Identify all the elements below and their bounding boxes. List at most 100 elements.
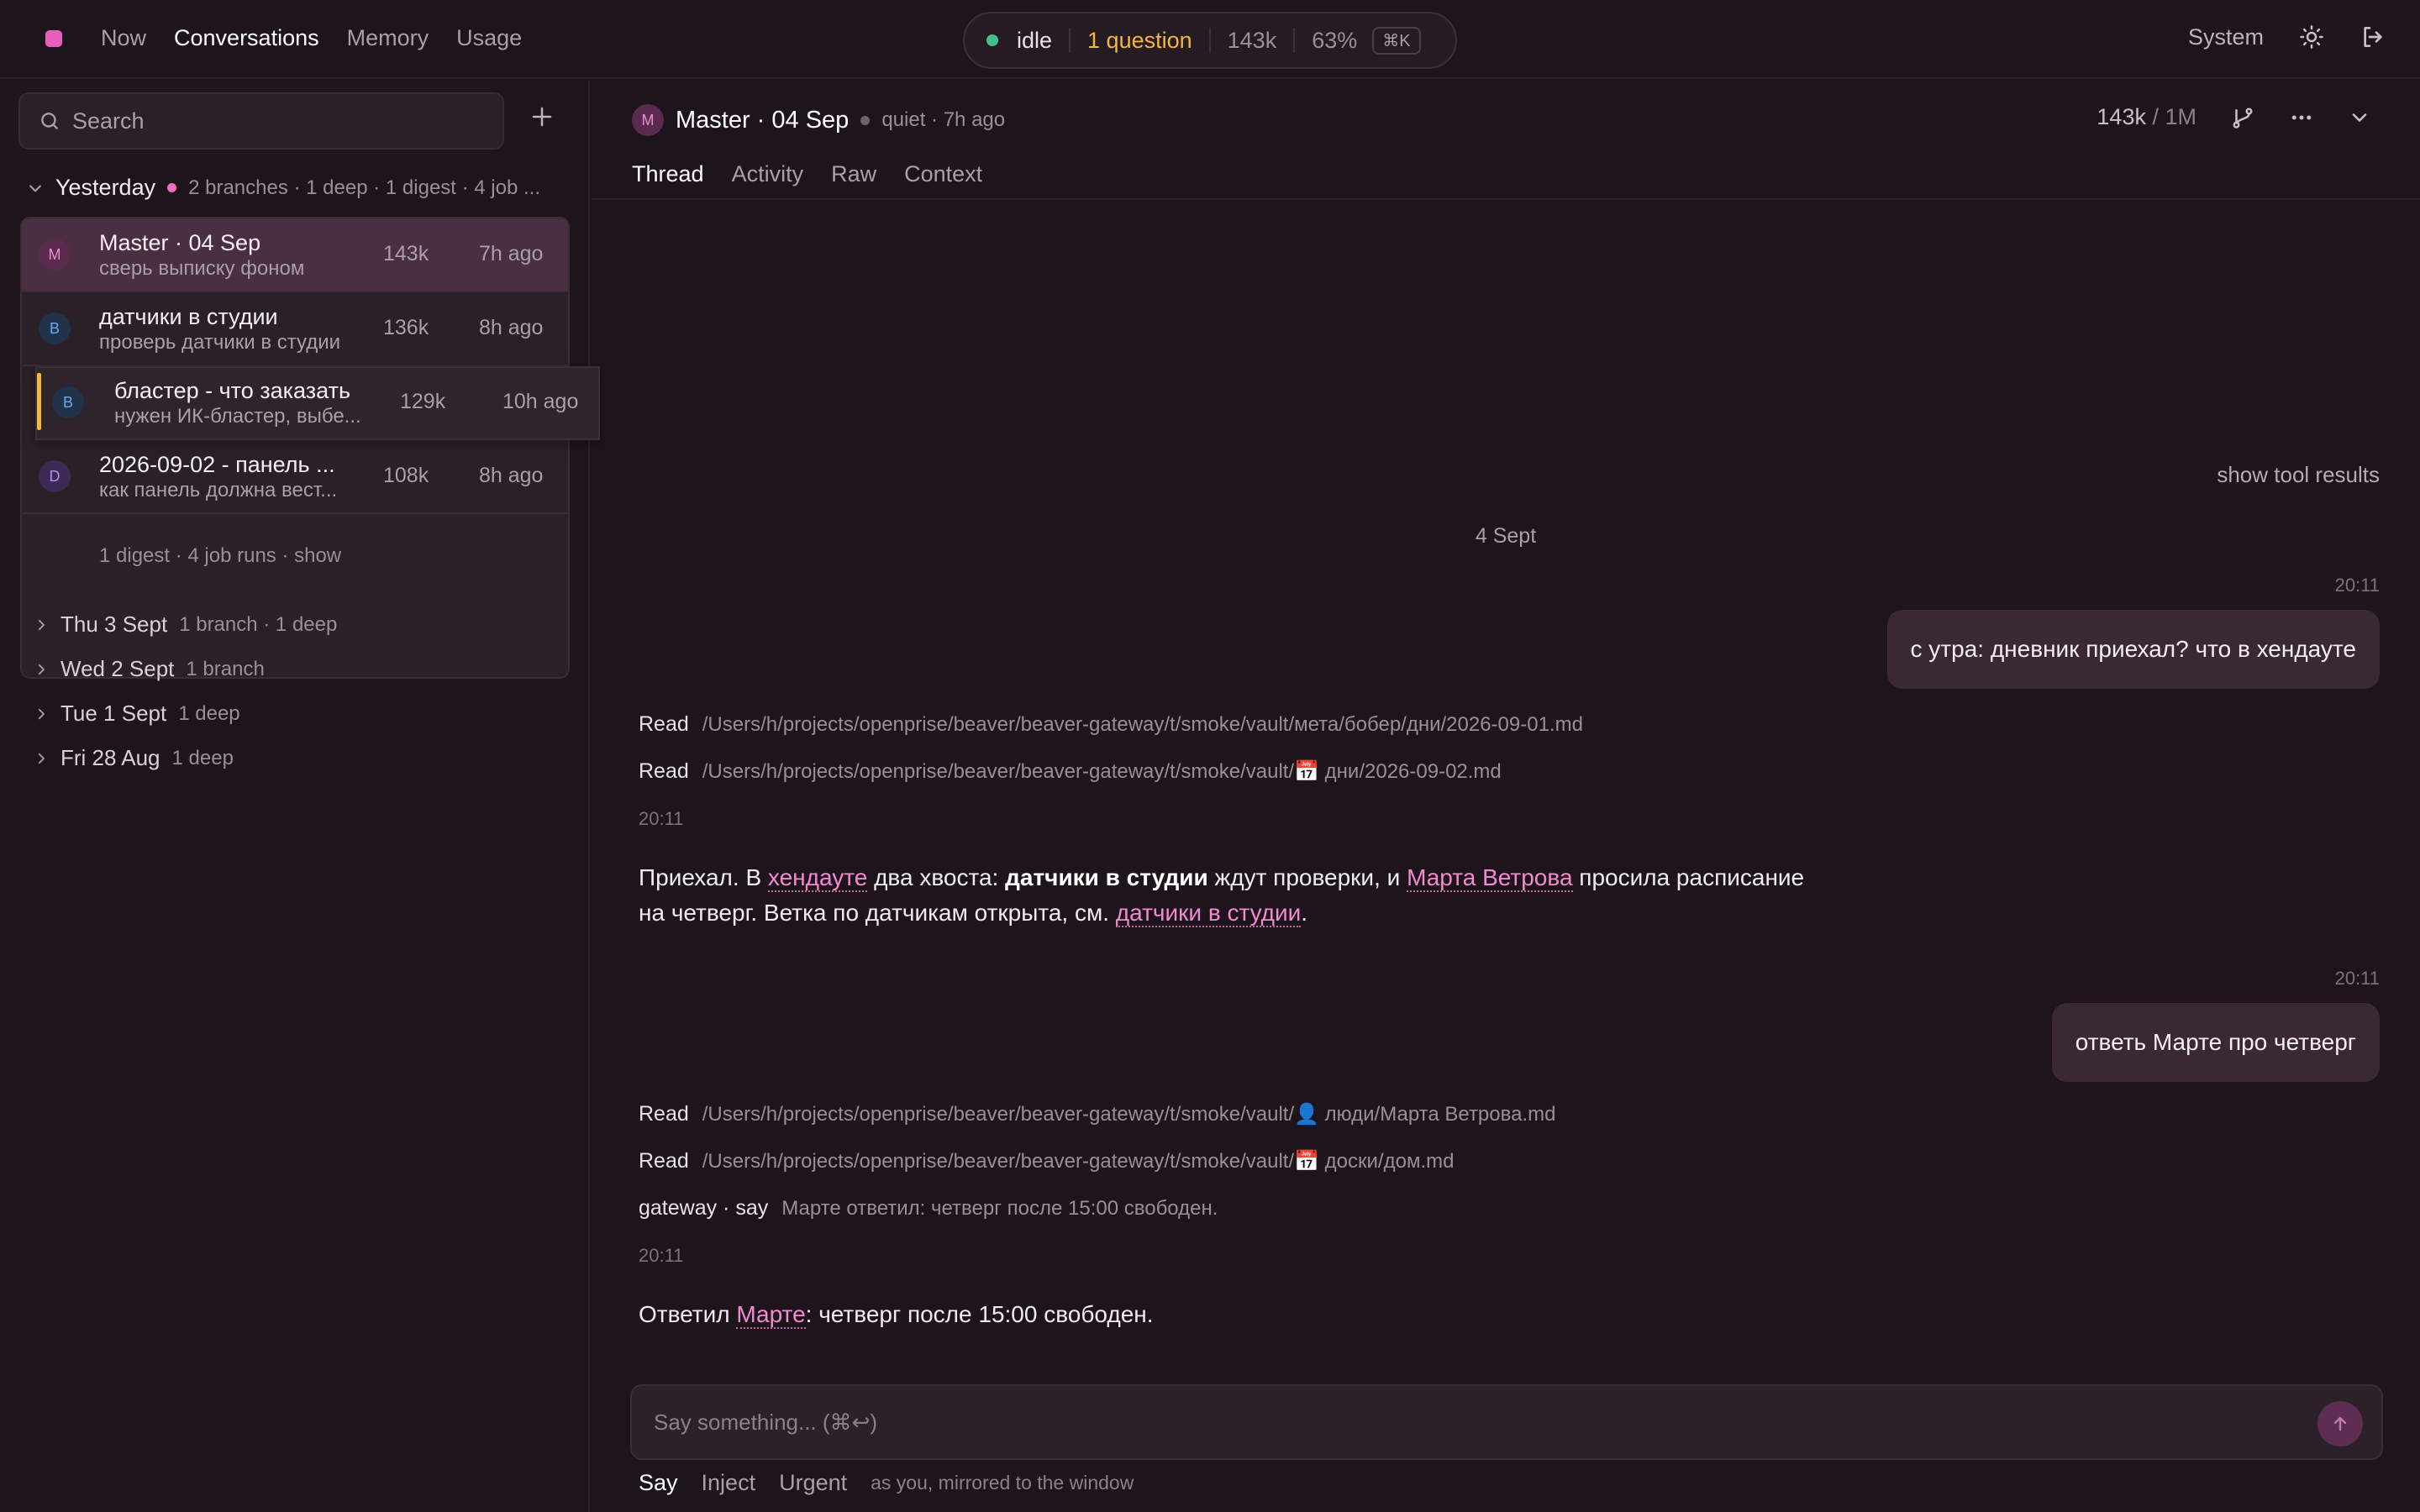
search-input[interactable]: Search <box>18 92 504 150</box>
day-group-wed[interactable]: Wed 2 Sept 1 branch <box>34 656 265 682</box>
send-mode-selector: Say Inject Urgent as you, mirrored to th… <box>639 1470 1134 1496</box>
top-bar: Now Conversations Memory Usage idle 1 qu… <box>0 0 2420 79</box>
avatar: M <box>632 104 664 136</box>
attention-marker <box>37 373 41 430</box>
conversation-group: M Master · 04 Sep сверь выписку фоном 14… <box>20 217 600 679</box>
reply-bold: датчики в студии <box>1005 864 1208 890</box>
conversation-row-blaster[interactable]: B бластер - что заказать нужен ИК-бласте… <box>35 366 600 440</box>
day-label: Thu 3 Sept <box>60 612 168 637</box>
conversation-time: 10h ago <box>502 390 579 413</box>
tool-path: /Users/h/projects/openprise/beaver/beave… <box>702 1103 1556 1126</box>
tool-verb: Read <box>639 1102 689 1126</box>
conversation-subtitle: сверь выписку фоном <box>99 257 305 280</box>
tool-read[interactable]: Read /Users/h/projects/openprise/beaver/… <box>639 712 1583 737</box>
conversation-time: 8h ago <box>479 464 544 487</box>
more-icon[interactable] <box>2289 105 2314 130</box>
tab-context[interactable]: Context <box>904 161 982 187</box>
nav-now[interactable]: Now <box>101 25 146 51</box>
status-questions[interactable]: 1 question <box>1087 28 1192 54</box>
digest-show-link[interactable]: 1 digest · 4 job runs · show <box>99 544 341 568</box>
tool-path: /Users/h/projects/openprise/beaver/beave… <box>702 713 1583 736</box>
day-meta: 1 branch <box>186 657 265 680</box>
context-usage: 143k / 1M <box>2096 104 2196 130</box>
assistant-message: Приехал. В хендауте два хвоста: датчики … <box>639 860 1815 931</box>
tool-say[interactable]: gateway · say Марте ответил: четверг пос… <box>639 1196 1218 1221</box>
app-logo[interactable] <box>45 30 62 47</box>
tool-detail: Марте ответил: четверг после 15:00 свобо… <box>781 1197 1218 1220</box>
conversation-row-master[interactable]: M Master · 04 Sep сверь выписку фоном 14… <box>22 218 568 292</box>
theme-select[interactable]: System <box>2188 24 2264 50</box>
new-conversation-button[interactable] <box>529 104 555 129</box>
divider <box>1208 28 1211 53</box>
search-icon <box>39 110 60 132</box>
reply-text: два хвоста: <box>867 864 1006 890</box>
mode-hint: as you, mirrored to the window <box>871 1472 1134 1494</box>
chevron-right-icon <box>34 617 49 633</box>
conversation-status: quiet · 7h ago <box>881 108 1006 131</box>
conversation-title: 2026-09-02 - панель ... <box>99 452 335 477</box>
conversation-subtitle: нужен ИК-бластер, выбе... <box>114 405 361 428</box>
logout-icon[interactable] <box>2360 24 2386 50</box>
day-meta: 1 deep <box>171 746 234 769</box>
tab-activity[interactable]: Activity <box>732 161 804 187</box>
note-link[interactable]: хендауте <box>767 864 868 892</box>
chevron-right-icon <box>34 751 49 766</box>
conversation-row-sensors[interactable]: B датчики в студии проверь датчики в сту… <box>22 292 568 366</box>
tab-thread[interactable]: Thread <box>632 161 704 187</box>
conversation-subtitle: проверь датчики в студии <box>99 331 341 354</box>
nav-usage[interactable]: Usage <box>456 25 522 51</box>
conversation-header: M Master · 04 Sep quiet · 7h ago <box>632 104 1005 136</box>
sidebar: Search Yesterday 2 branches · 1 deep · 1… <box>0 81 600 1512</box>
status-dot <box>860 115 871 125</box>
message-time: 20:11 <box>639 808 684 829</box>
mode-say[interactable]: Say <box>639 1470 678 1496</box>
day-label: Wed 2 Sept <box>60 656 175 681</box>
conversation-title: бластер - что заказать <box>114 378 351 403</box>
conversation-title: Master · 04 Sep <box>676 106 850 134</box>
header-actions: 143k / 1M <box>2096 104 2371 130</box>
day-group-tue[interactable]: Tue 1 Sept 1 deep <box>34 701 240 727</box>
assistant-message: Ответил Марте: четверг после 15:00 свобо… <box>639 1297 1815 1332</box>
command-shortcut: ⌘K <box>1372 26 1421 55</box>
day-label: Fri 28 Aug <box>60 745 160 770</box>
mode-urgent[interactable]: Urgent <box>779 1470 847 1496</box>
conversation-row-panel[interactable]: D 2026-09-02 - панель ... как панель дол… <box>22 440 568 514</box>
nav-memory[interactable]: Memory <box>347 25 429 51</box>
sun-icon[interactable] <box>2299 24 2324 50</box>
day-group-thu[interactable]: Thu 3 Sept 1 branch · 1 deep <box>34 612 337 638</box>
reply-text: : четверг после 15:00 свободен. <box>805 1301 1154 1327</box>
avatar: M <box>39 239 71 270</box>
chevron-right-icon <box>34 706 49 722</box>
nav-conversations[interactable]: Conversations <box>174 25 319 51</box>
tool-read[interactable]: Read /Users/h/projects/openprise/beaver/… <box>639 1102 1555 1126</box>
day-group-fri[interactable]: Fri 28 Aug 1 deep <box>34 745 234 771</box>
conversation-tokens: 129k <box>400 390 446 413</box>
send-button[interactable] <box>2317 1401 2363 1446</box>
conversation-pane: M Master · 04 Sep quiet · 7h ago 143k / … <box>592 81 2420 1512</box>
message-input[interactable]: Say something... (⌘↩) <box>630 1384 2383 1460</box>
branch-icon[interactable] <box>2230 105 2255 130</box>
status-tokens: 143k <box>1227 27 1277 53</box>
day-label: Tue 1 Sept <box>60 701 167 726</box>
main-nav: Now Conversations Memory Usage <box>101 25 522 51</box>
chevron-down-icon[interactable] <box>2348 106 2371 129</box>
mode-inject[interactable]: Inject <box>702 1470 756 1496</box>
status-percent: 63% <box>1312 27 1358 53</box>
status-pill[interactable]: idle 1 question 143k 63% ⌘K <box>963 12 1457 69</box>
person-link[interactable]: Марта Ветрова <box>1407 864 1573 892</box>
tool-path: /Users/h/projects/openprise/beaver/beave… <box>702 1150 1455 1173</box>
show-tool-results-button[interactable]: show tool results <box>2217 462 2380 488</box>
tab-raw[interactable]: Raw <box>831 161 876 187</box>
tool-read[interactable]: Read /Users/h/projects/openprise/beaver/… <box>639 759 1502 784</box>
reply-text: Приехал. В <box>639 864 768 890</box>
search-placeholder: Search <box>72 108 145 134</box>
group-meta: 2 branches · 1 deep · 1 digest · 4 job .… <box>188 176 541 199</box>
person-link[interactable]: Марте <box>736 1301 806 1329</box>
tool-verb: gateway · say <box>639 1196 769 1220</box>
branch-link[interactable]: датчики в студии <box>1115 900 1302 927</box>
group-yesterday-header[interactable]: Yesterday 2 branches · 1 deep · 1 digest… <box>27 175 540 201</box>
avatar: B <box>52 386 84 418</box>
tool-read[interactable]: Read /Users/h/projects/openprise/beaver/… <box>639 1149 1454 1173</box>
status-dot <box>986 34 998 46</box>
conversation-time: 8h ago <box>479 316 544 339</box>
